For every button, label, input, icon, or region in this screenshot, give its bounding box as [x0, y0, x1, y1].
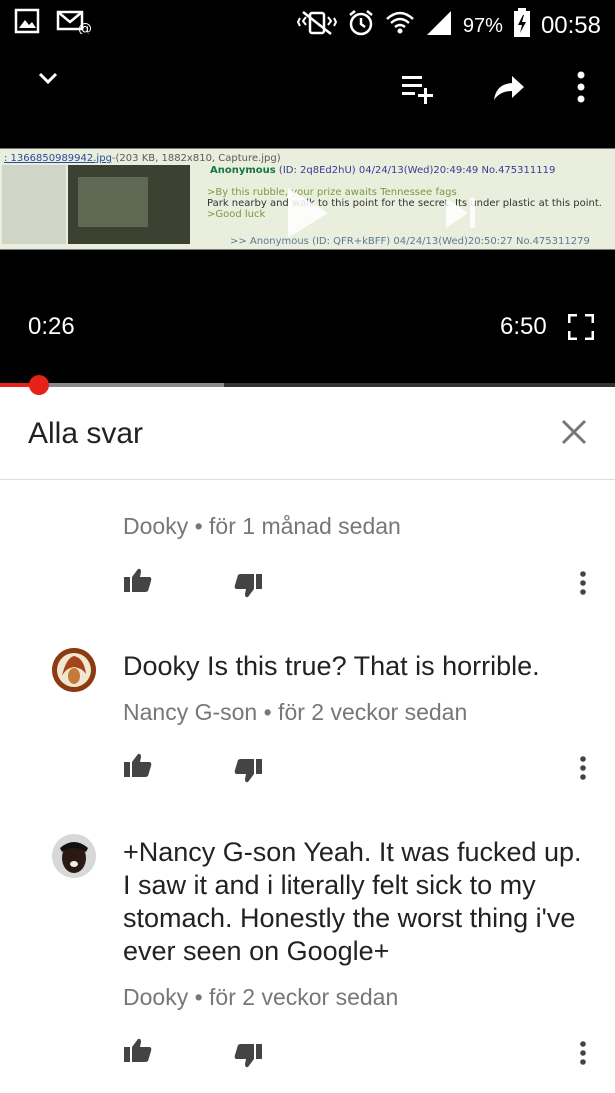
thumbnail-post-body: >By this rubble, your prize awaits Tenne…: [207, 187, 602, 220]
share-icon[interactable]: [492, 74, 526, 107]
skip-next-icon[interactable]: [444, 196, 478, 235]
thumbs-up-icon[interactable]: [123, 1037, 153, 1068]
play-icon[interactable]: [286, 186, 330, 245]
current-time: 0:26: [28, 313, 75, 340]
comment-text: +Nancy G-son Yeah. It was fucked up. I s…: [123, 837, 582, 966]
alarm-icon: [347, 9, 375, 43]
gallery-icon: [14, 8, 40, 39]
duration: 6:50: [500, 313, 547, 340]
thumbnail-post-header: Anonymous (ID: 2q8Ed2hU) 04/24/13(Wed)20…: [210, 165, 556, 176]
thumbs-down-icon[interactable]: [233, 758, 263, 789]
vibrate-icon: [296, 10, 338, 42]
replies-header: Alla svar: [0, 387, 615, 480]
more-vert-icon[interactable]: [576, 70, 586, 109]
thumbs-down-icon[interactable]: [233, 1043, 263, 1074]
status-bar: @ 97% 00:58: [0, 0, 615, 44]
avatar[interactable]: [52, 648, 96, 692]
comment-meta: Nancy G-son • för 2 veckor sedan: [123, 699, 468, 725]
comment-meta: Dooky • för 1 månad sedan: [123, 513, 401, 539]
wifi-icon: [385, 9, 415, 43]
avatar[interactable]: [52, 834, 96, 878]
chevron-down-icon[interactable]: [36, 66, 60, 95]
comment-text: Dooky Is this true? That is horrible.: [123, 651, 540, 681]
thumbs-up-icon[interactable]: [123, 752, 153, 783]
thumbnail-link: : 1366850989942.jpg-(203 KB, 1882x810, C…: [4, 153, 281, 164]
close-icon[interactable]: [560, 418, 588, 451]
thumbs-up-icon[interactable]: [123, 567, 153, 598]
fullscreen-icon[interactable]: [567, 313, 595, 345]
thumbnail-reply-header: >> Anonymous (ID: QFR+kBFF) 04/24/13(Wed…: [230, 236, 590, 247]
signal-icon: [425, 9, 453, 43]
mail-at-icon: @: [56, 8, 92, 39]
thumbnail-map-image: [68, 165, 190, 244]
thumbs-down-icon[interactable]: [233, 573, 263, 604]
battery-charging-icon: [513, 8, 531, 44]
clock: 00:58: [540, 12, 601, 39]
svg-text:@: @: [78, 21, 92, 34]
thumbnail-preview-page: [2, 165, 66, 244]
comment-meta: Dooky • för 2 veckor sedan: [123, 984, 399, 1010]
replies-title: Alla svar: [28, 417, 144, 450]
battery-percent: 97%: [462, 14, 503, 37]
more-vert-icon[interactable]: [578, 570, 588, 601]
more-vert-icon[interactable]: [578, 1040, 588, 1071]
more-vert-icon[interactable]: [578, 755, 588, 786]
add-to-queue-icon[interactable]: [402, 74, 438, 109]
